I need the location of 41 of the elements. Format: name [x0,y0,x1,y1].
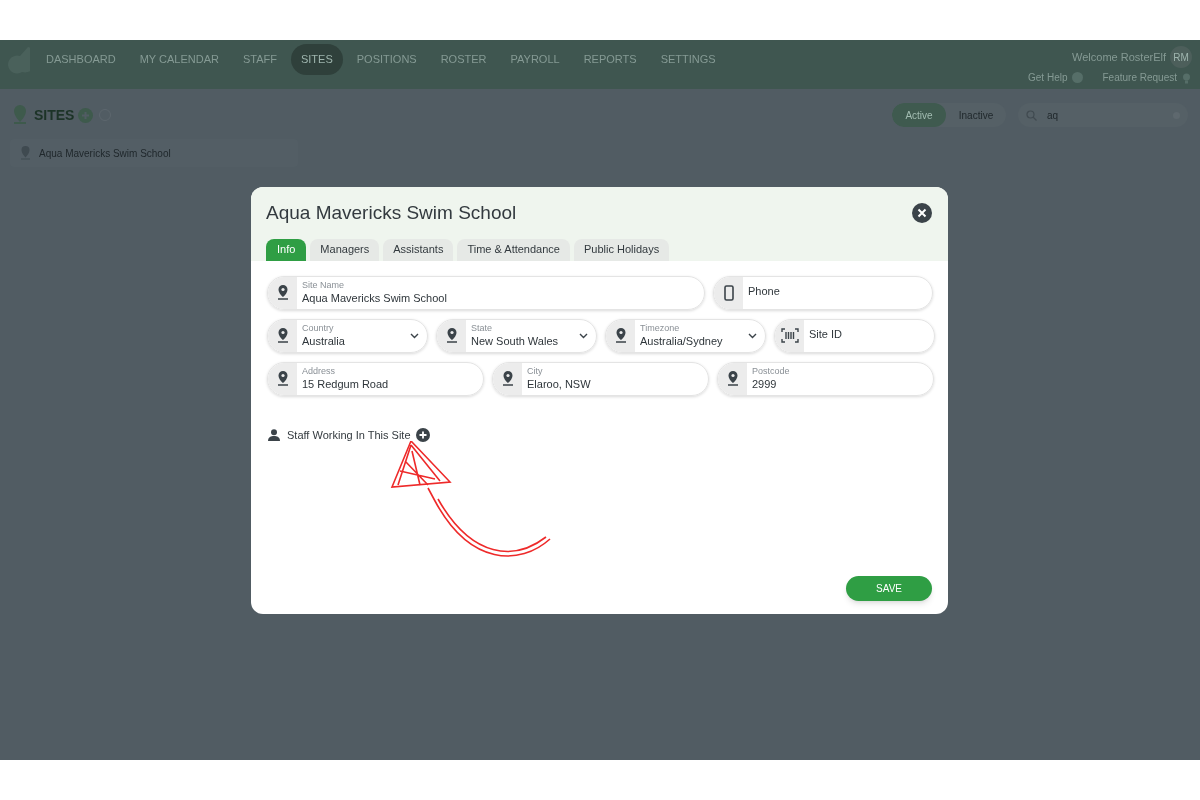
section-label: Staff Working In This Site [287,427,411,443]
page-title: SITES [34,105,75,125]
welcome-text: Welcome RosterElf [1072,49,1166,65]
barcode-icon [780,328,799,343]
help-icon [1071,72,1083,83]
location-pin-icon [276,285,289,300]
save-button[interactable]: SAVE [846,576,932,601]
nav-tab[interactable]: DASHBOARD [36,44,126,75]
nav-tab[interactable]: SITES [290,44,343,75]
tab[interactable]: Managers [310,238,380,261]
location-pin-icon [276,371,289,386]
lightbulb-icon [1181,71,1192,84]
chevron-down-icon [748,332,757,339]
nav-tab[interactable]: POSITIONS [346,44,427,75]
location-pin-icon [445,328,458,343]
tab[interactable]: Info [266,238,307,261]
filter-tab[interactable]: Active [892,103,946,127]
person-icon [268,428,280,441]
phone-icon [723,284,734,301]
chevron-down-icon [579,332,588,339]
location-pin-icon [276,328,289,343]
location-pin-icon [614,328,627,343]
feature-request-link[interactable]: Feature Request [1102,70,1177,85]
close-icon[interactable] [912,203,932,224]
location-pin-icon [501,371,514,386]
tab[interactable]: Public Holidays [573,238,670,261]
dialog-title: Aqua Mavericks Swim School [266,201,517,225]
nav-tab[interactable]: STAFF [232,44,287,75]
tab[interactable]: Time & Attendance [457,238,570,261]
nav-tab[interactable]: PAYROLL [500,44,570,75]
tab[interactable]: Assistants [383,238,454,261]
location-pin-icon [12,105,28,125]
help-link[interactable]: Get Help [1028,70,1068,85]
nav-tab[interactable]: SETTINGS [650,44,726,75]
location-pin-icon [726,371,739,386]
nav-tab[interactable]: MY CALENDAR [129,44,229,75]
nav-tab[interactable]: REPORTS [573,44,647,75]
nav-tab[interactable]: ROSTER [430,44,497,75]
add-icon[interactable] [415,427,430,442]
avatar[interactable]: RM [1170,46,1192,68]
chevron-down-icon [410,332,419,339]
